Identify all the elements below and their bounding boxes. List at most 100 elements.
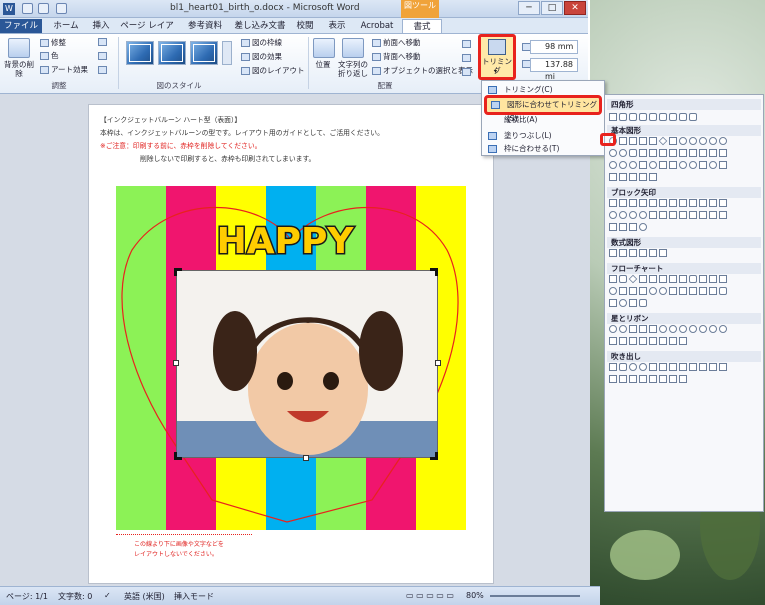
picture-border-button[interactable]: 図の枠線 xyxy=(241,37,282,48)
flow-alt-process[interactable] xyxy=(619,275,627,283)
callout-line-14[interactable] xyxy=(659,375,667,383)
callout-line-6[interactable] xyxy=(699,363,707,371)
zoom-slider[interactable] xyxy=(490,595,580,597)
menu-item-fit[interactable]: 枠に合わせる(T) xyxy=(484,142,602,156)
shape-plus[interactable] xyxy=(609,249,617,257)
menu-item-crop-to-shape[interactable]: 図形に合わせてトリミング(S) xyxy=(484,95,602,123)
undo-icon[interactable] xyxy=(38,3,49,14)
picture-effects-button[interactable]: 図の効果 xyxy=(241,51,282,62)
shape-row-flow-3[interactable] xyxy=(609,299,761,309)
star-explosion-1[interactable] xyxy=(609,325,617,333)
flow-preparation[interactable] xyxy=(699,275,707,283)
scroll-horizontal[interactable] xyxy=(659,337,667,345)
tab-view[interactable]: 表示 xyxy=(322,19,352,33)
ribbon-up[interactable] xyxy=(609,337,617,345)
star-explosion-2[interactable] xyxy=(619,325,627,333)
callout-line-1[interactable] xyxy=(649,363,657,371)
star-16[interactable] xyxy=(699,325,707,333)
view-buttons[interactable]: ▭ ▭ ▭ ▭ ▭ xyxy=(406,591,454,600)
shape-donut[interactable] xyxy=(609,161,617,169)
shape-triangle[interactable] xyxy=(619,137,627,145)
status-page[interactable]: ページ: 1/1 xyxy=(6,591,48,602)
scroll-vertical[interactable] xyxy=(649,337,657,345)
flow-merge[interactable] xyxy=(699,287,707,295)
shape-arrow-notched[interactable] xyxy=(659,211,667,219)
child-photo[interactable] xyxy=(176,270,438,458)
tab-file[interactable]: ファイル xyxy=(0,19,42,33)
shape-arrow-curved[interactable] xyxy=(719,199,727,207)
shape-arrow-up-down[interactable] xyxy=(659,199,667,207)
redo-icon[interactable] xyxy=(56,3,67,14)
menu-item-fill[interactable]: 塗りつぶし(L) xyxy=(484,129,602,143)
shape-brace-pair[interactable] xyxy=(609,173,617,181)
shape-row-basic-1[interactable] xyxy=(609,136,761,147)
shape-callout-down[interactable] xyxy=(719,211,727,219)
flow-process[interactable] xyxy=(609,275,617,283)
shape-row-flow-2[interactable] xyxy=(609,287,761,297)
shape-frame[interactable] xyxy=(639,149,647,157)
shape-l-shape[interactable] xyxy=(659,149,667,157)
tab-mailings[interactable]: 差し込み文書 xyxy=(232,19,288,33)
group-icon[interactable] xyxy=(462,54,471,62)
wrap-text-icon[interactable] xyxy=(342,38,364,58)
shape-row-arrows-1[interactable] xyxy=(609,199,761,209)
picture-style-1[interactable] xyxy=(126,41,154,65)
reset-picture-icon[interactable] xyxy=(98,66,107,74)
shape-arrow-left-up[interactable] xyxy=(699,199,707,207)
shape-snip-rectangle[interactable] xyxy=(629,113,637,121)
close-button[interactable]: ✕ xyxy=(564,1,586,15)
shape-row-flow-1[interactable] xyxy=(609,274,761,285)
shape-arrow-left[interactable] xyxy=(619,199,627,207)
shape-chevron[interactable] xyxy=(679,211,687,219)
styles-more-button[interactable] xyxy=(222,41,232,65)
shape-arrow-uturn[interactable] xyxy=(689,199,697,207)
shape-callout-up[interactable] xyxy=(709,211,717,219)
status-insert-mode[interactable]: 挿入モード xyxy=(174,591,214,602)
shape-arrow-curved-2[interactable] xyxy=(609,211,617,219)
flow-sequential[interactable] xyxy=(609,299,617,307)
shape-right-bracket[interactable] xyxy=(629,173,637,181)
shape-arrow-quad[interactable] xyxy=(669,199,677,207)
flow-sort[interactable] xyxy=(679,287,687,295)
tab-format[interactable]: 書式 xyxy=(402,19,442,33)
crop-handle-bottom[interactable] xyxy=(303,455,309,461)
shape-circular-arrow[interactable] xyxy=(639,223,647,231)
tab-review[interactable]: 校閲 xyxy=(290,19,320,33)
shape-row-basic-4[interactable] xyxy=(609,173,761,183)
flow-offpage[interactable] xyxy=(619,287,627,295)
selection-pane-button[interactable]: オブジェクトの選択と表示 xyxy=(372,65,473,76)
callout-rounded[interactable] xyxy=(619,363,627,371)
correction-button[interactable]: 修整 xyxy=(40,37,66,48)
position-icon[interactable] xyxy=(313,38,335,58)
star-5[interactable] xyxy=(639,325,647,333)
tab-home[interactable]: ホーム xyxy=(46,19,86,33)
star-6[interactable] xyxy=(649,325,657,333)
tab-page-layout[interactable]: ページ レイアウト xyxy=(116,19,178,45)
flow-display[interactable] xyxy=(639,299,647,307)
shape-arrow-down[interactable] xyxy=(639,199,647,207)
send-backward-button[interactable]: 背面へ移動 xyxy=(372,51,421,62)
shape-left-bracket[interactable] xyxy=(619,173,627,181)
remove-background-icon[interactable] xyxy=(8,38,30,58)
shape-row-rectangles[interactable] xyxy=(609,113,761,123)
flow-extract[interactable] xyxy=(689,287,697,295)
flow-collate[interactable] xyxy=(669,287,677,295)
shape-left-brace[interactable] xyxy=(639,173,647,181)
flow-or[interactable] xyxy=(659,287,667,295)
maximize-button[interactable]: □ xyxy=(541,1,563,15)
flow-manual-operation[interactable] xyxy=(719,275,727,283)
shape-arrow-up[interactable] xyxy=(629,199,637,207)
shape-no-symbol[interactable] xyxy=(619,161,627,169)
crop-handle-bl[interactable] xyxy=(174,452,182,460)
shape-block-arc[interactable] xyxy=(629,161,637,169)
shape-diagonal-stripe[interactable] xyxy=(669,149,677,157)
star-32[interactable] xyxy=(719,325,727,333)
shape-decagon[interactable] xyxy=(709,137,717,145)
flow-delay[interactable] xyxy=(719,287,727,295)
shape-round-rectangle-3[interactable] xyxy=(669,113,677,121)
callout-line-16[interactable] xyxy=(679,375,687,383)
callout-line-8[interactable] xyxy=(719,363,727,371)
shape-arrow-bent-up[interactable] xyxy=(709,199,717,207)
shape-arc[interactable] xyxy=(709,161,717,169)
shape-heart[interactable] xyxy=(659,161,667,169)
